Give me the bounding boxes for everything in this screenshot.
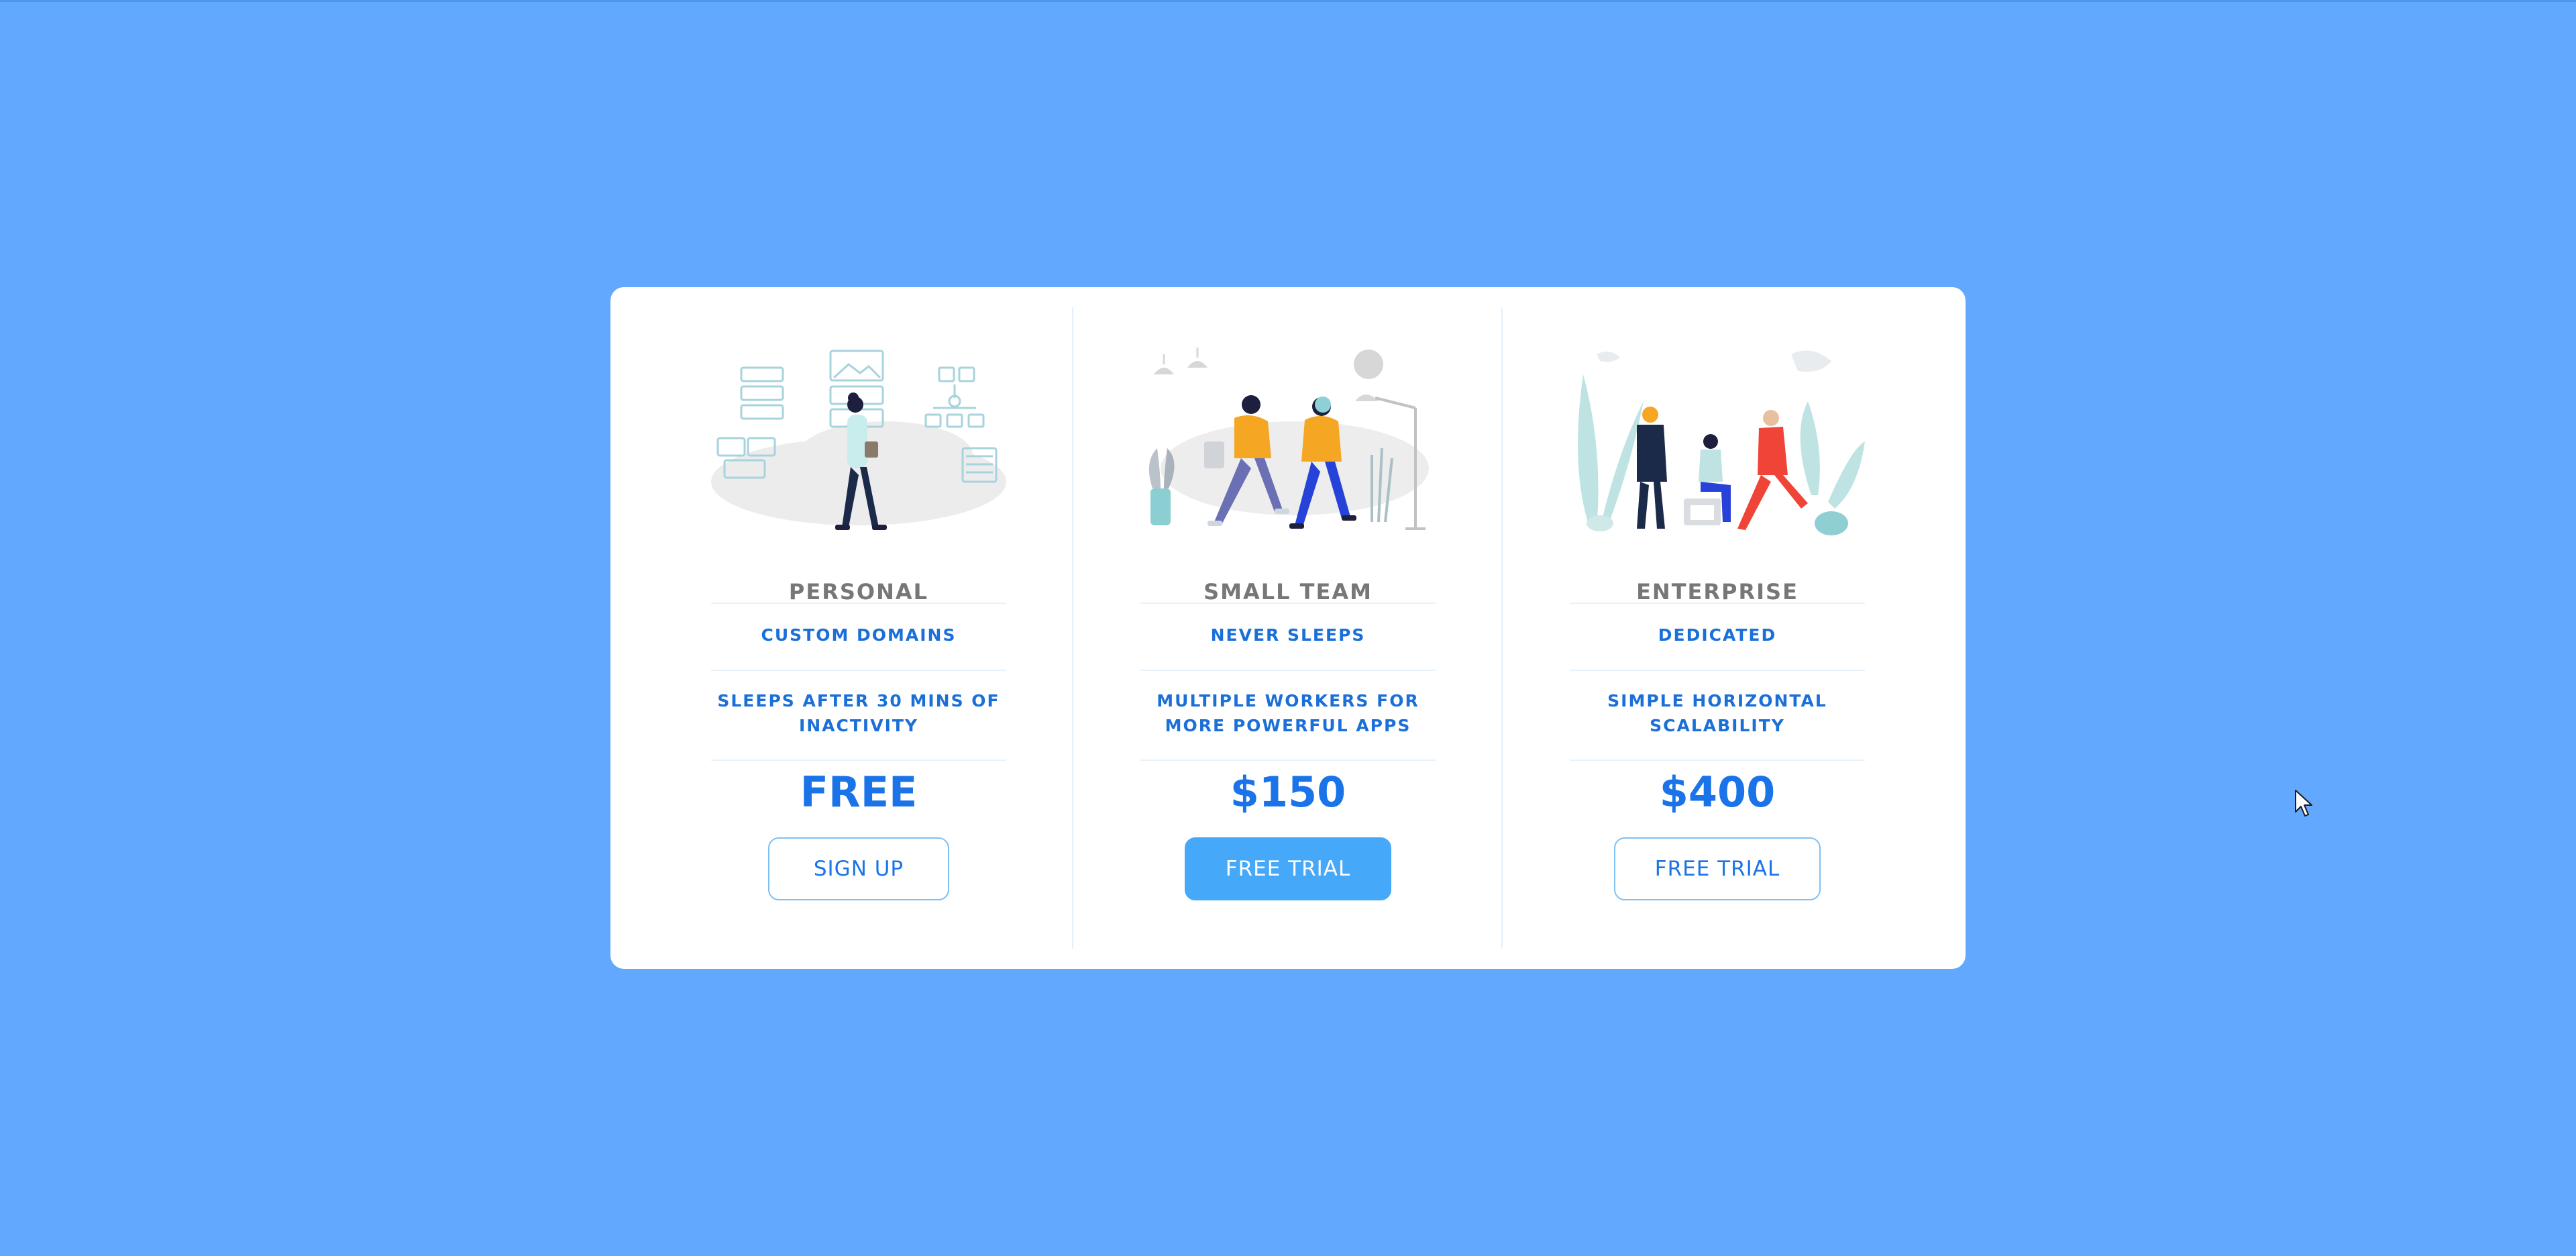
plan-name: SMALL TEAM xyxy=(1203,579,1373,605)
person-walking-with-ui-panels-illustration xyxy=(711,348,1006,542)
plan-feature: NEVER SLEEPS xyxy=(1210,625,1366,645)
plan-feature: CUSTOM DOMAINS xyxy=(761,625,957,645)
separator xyxy=(711,670,1006,671)
separator xyxy=(1140,603,1436,604)
mouse-pointer-icon xyxy=(2294,789,2314,817)
plan-price: $400 xyxy=(1659,768,1776,817)
plan-feature: DEDICATED xyxy=(1658,625,1777,645)
pricing-card: PERSONAL CUSTOM DOMAINS SLEEPS AFTER 30 … xyxy=(610,287,1966,969)
plan-enterprise: ENTERPRISE DEDICATED SIMPLE HORIZONTAL S… xyxy=(1469,307,1898,949)
two-people-walking-office-illustration xyxy=(1140,348,1436,542)
separator xyxy=(1140,760,1436,761)
separator xyxy=(711,760,1006,761)
team-meeting-plants-illustration xyxy=(1570,348,1865,542)
free-trial-button[interactable]: FREE TRIAL xyxy=(1614,837,1821,900)
separator xyxy=(1570,760,1865,761)
top-edge-line xyxy=(0,0,2576,2)
plan-small-team: SMALL TEAM NEVER SLEEPS MULTIPLE WORKERS… xyxy=(1040,307,1469,949)
plan-price: $150 xyxy=(1230,768,1346,817)
sign-up-button[interactable]: SIGN UP xyxy=(768,837,949,900)
plan-feature: SIMPLE HORIZONTAL SCALABILITY xyxy=(1607,691,1827,735)
plan-feature: SLEEPS AFTER 30 MINS OF INACTIVITY xyxy=(717,691,1000,735)
separator xyxy=(711,603,1006,604)
separator xyxy=(1140,670,1436,671)
plan-feature: MULTIPLE WORKERS FOR MORE POWERFUL APPS xyxy=(1157,691,1419,735)
plan-price: FREE xyxy=(800,768,918,817)
plan-personal: PERSONAL CUSTOM DOMAINS SLEEPS AFTER 30 … xyxy=(610,307,1040,949)
plan-name: PERSONAL xyxy=(788,579,929,605)
free-trial-button[interactable]: FREE TRIAL xyxy=(1185,837,1391,900)
separator xyxy=(1570,670,1865,671)
separator xyxy=(1570,603,1865,604)
plan-name: ENTERPRISE xyxy=(1636,579,1799,605)
